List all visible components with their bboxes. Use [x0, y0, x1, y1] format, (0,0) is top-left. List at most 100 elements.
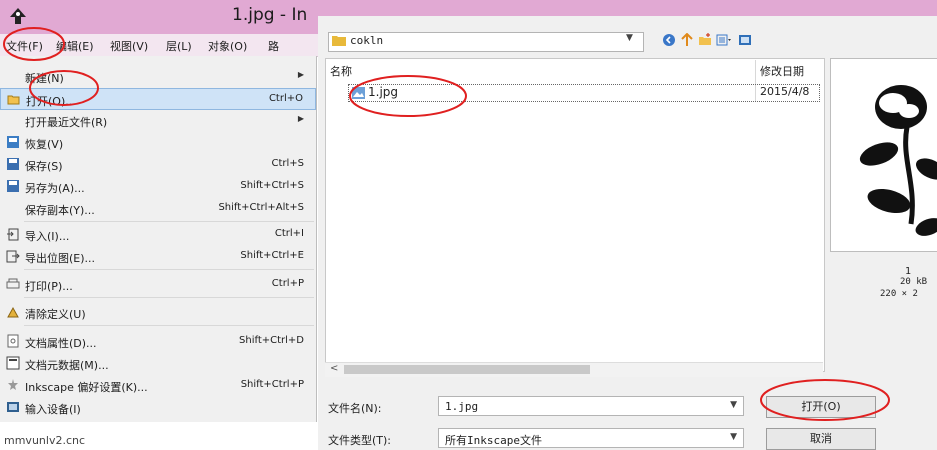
up-folder-icon[interactable]	[680, 33, 694, 47]
menu-item-export-bitmap[interactable]: 导出位图(E)... Shift+Ctrl+E	[0, 246, 316, 268]
submenu-arrow-icon: ▶	[297, 70, 304, 79]
menu-item-label: 保存(S)	[25, 160, 63, 173]
menu-item-input-devices[interactable]: 输入设备(I)	[0, 397, 316, 419]
preview-file-size: 20 kB	[900, 277, 928, 287]
menu-separator	[24, 297, 314, 298]
menu-item-shortcut: Shift+Ctrl+Alt+S	[218, 202, 304, 213]
menu-item-save-as[interactable]: 另存为(A)... Shift+Ctrl+S	[0, 176, 316, 198]
menu-item-label: 文档元数据(M)...	[25, 359, 109, 372]
window-title: 1.jpg - In	[232, 5, 308, 25]
menu-item-new[interactable]: 新建(N) ▶	[0, 66, 316, 88]
menu-bar: 文件(F) 编辑(E) 视图(V) 层(L) 对象(O) 路	[0, 34, 318, 57]
menu-view[interactable]: 视图(V)	[110, 38, 148, 54]
cancel-button[interactable]: 取消	[766, 428, 876, 450]
menu-edit[interactable]: 编辑(E)	[56, 38, 94, 54]
menu-item-label: 恢复(V)	[25, 138, 64, 151]
menu-item-open-recent[interactable]: 打开最近文件(R) ▶	[0, 110, 316, 132]
filename-label: 文件名(N):	[328, 402, 382, 415]
rose-silhouette-preview	[859, 85, 937, 236]
menu-item-label: 打印(P)...	[25, 280, 73, 293]
new-folder-icon[interactable]	[698, 33, 712, 47]
menu-item-label: 打开(O)...	[26, 95, 76, 108]
input-device-icon	[7, 402, 19, 412]
menu-file[interactable]: 文件(F)	[6, 38, 43, 54]
menu-item-document-properties[interactable]: 文档属性(D)... Shift+Ctrl+D	[0, 331, 316, 353]
save-icon	[7, 158, 19, 170]
file-list	[325, 58, 825, 372]
menu-item-import[interactable]: 导入(I)... Ctrl+I	[0, 224, 316, 246]
filetype-select[interactable]: 所有Inkscape文件 ▼	[438, 428, 744, 448]
file-name: 1.jpg	[368, 85, 399, 99]
menu-item-label: 导出位图(E)...	[25, 252, 96, 265]
menu-item-print[interactable]: 打印(P)... Ctrl+P	[0, 274, 316, 296]
document-properties-icon	[7, 334, 19, 348]
menu-separator	[24, 221, 314, 222]
menu-item-label: 清除定义(U)	[25, 308, 86, 321]
menu-item-label: 导入(I)...	[25, 230, 70, 243]
import-icon	[7, 228, 19, 241]
chevron-down-icon[interactable]: ▼	[730, 400, 737, 410]
preview-dimensions: 220 × 2	[880, 289, 918, 299]
menu-item-label: 打开最近文件(R)	[25, 116, 108, 129]
preview-pane-icon[interactable]	[738, 33, 752, 47]
metadata-icon	[6, 356, 20, 370]
scrollbar-thumb[interactable]	[344, 365, 590, 374]
column-header-name[interactable]: 名称	[330, 63, 352, 79]
vacuum-icon	[7, 306, 19, 318]
menu-item-label: 新建(N)	[25, 72, 64, 85]
submenu-arrow-icon: ▶	[297, 114, 304, 123]
location-text: cokln	[350, 34, 384, 47]
revert-icon	[7, 136, 19, 148]
filename-input[interactable]: 1.jpg ▼	[438, 396, 744, 416]
menu-item-label: 保存副本(Y)...	[25, 204, 95, 217]
folder-icon	[332, 36, 346, 46]
preview-file-name: 1	[905, 266, 912, 277]
menu-item-document-metadata[interactable]: 文档元数据(M)...	[0, 353, 316, 375]
file-row[interactable]	[348, 84, 820, 102]
menu-item-open[interactable]: 打开(O)... Ctrl+O	[0, 88, 316, 110]
column-header-date[interactable]: 修改日期	[760, 63, 804, 79]
filename-value: 1.jpg	[445, 400, 479, 413]
menu-layer[interactable]: 层(L)	[166, 38, 192, 54]
menu-item-shortcut: Shift+Ctrl+E	[240, 250, 304, 261]
chevron-down-icon[interactable]: ▼	[730, 432, 737, 442]
save-as-icon	[7, 180, 19, 192]
menu-item-shortcut: Ctrl+S	[271, 158, 304, 169]
image-file-icon	[352, 87, 365, 99]
view-menu-icon[interactable]	[716, 33, 734, 47]
menu-item-revert[interactable]: 恢复(V)	[0, 132, 316, 154]
menu-item-shortcut: Ctrl+O	[268, 93, 303, 104]
menu-item-preferences[interactable]: Inkscape 偏好设置(K)... Shift+Ctrl+P	[0, 375, 316, 397]
menu-object[interactable]: 对象(O)	[208, 38, 247, 54]
menu-item-save-copy[interactable]: 保存副本(Y)... Shift+Ctrl+Alt+S	[0, 198, 316, 220]
chevron-down-icon[interactable]: ▼	[626, 33, 633, 43]
menu-item-shortcut: Shift+Ctrl+D	[239, 335, 304, 346]
print-icon	[6, 278, 20, 289]
menu-item-label: 另存为(A)...	[25, 182, 85, 195]
preferences-icon	[8, 379, 18, 390]
export-icon	[6, 250, 20, 263]
filetype-label: 文件类型(T):	[328, 434, 392, 447]
menu-item-label: Inkscape 偏好设置(K)...	[25, 381, 148, 394]
open-button[interactable]: 打开(O)	[766, 396, 876, 418]
menu-item-label: 文档属性(D)...	[25, 337, 97, 350]
menu-path[interactable]: 路	[268, 38, 279, 54]
open-icon	[7, 95, 20, 105]
back-icon[interactable]	[662, 33, 676, 47]
status-text: mmvunlv2.cnc	[4, 434, 86, 447]
menu-item-shortcut: Ctrl+P	[271, 278, 304, 289]
menu-item-save[interactable]: 保存(S) Ctrl+S	[0, 154, 316, 176]
menu-separator	[24, 325, 314, 326]
menu-item-shortcut: Shift+Ctrl+S	[240, 180, 304, 191]
menu-item-shortcut: Ctrl+I	[274, 228, 304, 239]
menu-item-shortcut: Shift+Ctrl+P	[240, 379, 304, 390]
image-preview	[830, 58, 937, 252]
menu-item-label: 输入设备(I)	[25, 403, 81, 416]
file-menu: 新建(N) ▶ 打开(O)... Ctrl+O 打开最近文件(R) ▶ 恢复(V…	[0, 56, 317, 422]
file-date: 2015/4/8	[760, 85, 810, 98]
menu-separator	[24, 269, 314, 270]
menu-item-vacuum-defs[interactable]: 清除定义(U)	[0, 302, 316, 324]
scroll-left-arrow[interactable]: <	[330, 363, 338, 374]
inkscape-logo-icon[interactable]	[8, 7, 28, 27]
filetype-value: 所有Inkscape文件	[445, 434, 542, 447]
